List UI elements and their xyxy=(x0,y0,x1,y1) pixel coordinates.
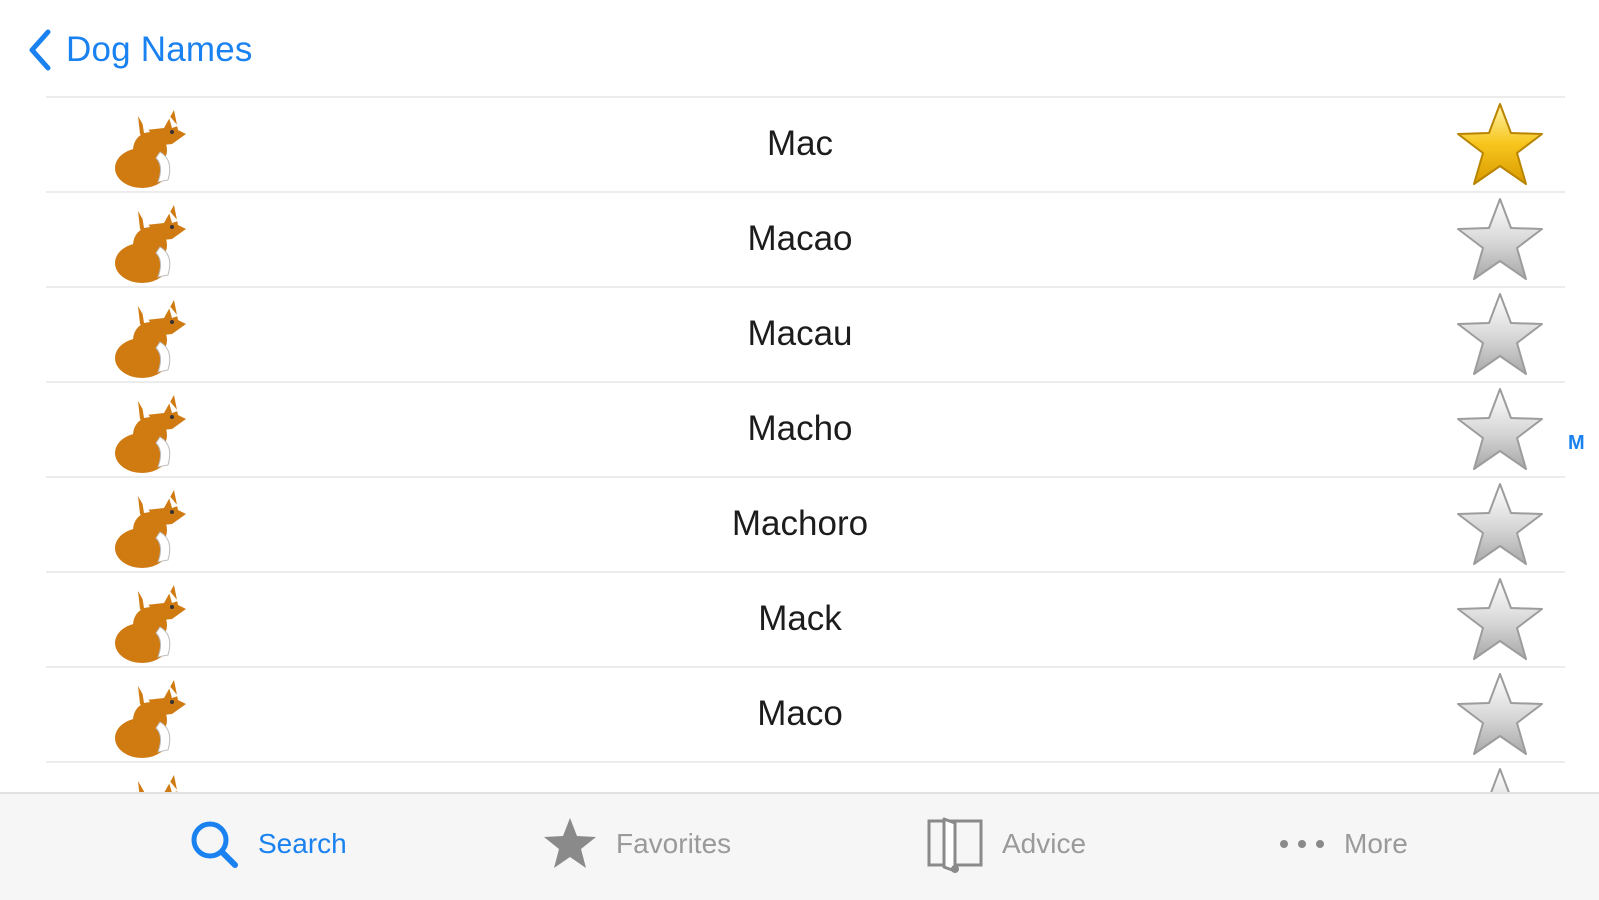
list-item[interactable]: Macao xyxy=(0,191,1599,286)
app-screen: Dog Names Mac Macao Macau Macho Machoro … xyxy=(0,0,1599,900)
dog-icon xyxy=(115,680,186,758)
dog-name: Mac xyxy=(766,124,834,163)
favorite-star-icon[interactable] xyxy=(1452,385,1548,475)
list-item[interactable]: Mac xyxy=(0,96,1599,191)
dog-name: Maco xyxy=(757,694,843,733)
favorite-star-icon[interactable] xyxy=(1452,195,1548,285)
dog-icon xyxy=(115,110,186,188)
favorite-star-icon[interactable] xyxy=(1452,100,1548,190)
back-button[interactable]: Dog Names xyxy=(26,24,253,76)
dog-name: Macho xyxy=(747,409,853,448)
dog-name: Mack xyxy=(758,599,842,638)
search-icon xyxy=(191,821,238,868)
list-item[interactable]: Macau xyxy=(0,286,1599,381)
dog-name xyxy=(400,761,1200,792)
dog-icon xyxy=(115,490,186,568)
tab-search[interactable]: Search xyxy=(188,814,347,874)
tab-bar: Search Favorites Advice More xyxy=(0,792,1599,900)
list-item[interactable]: Maco xyxy=(0,666,1599,761)
star-icon xyxy=(544,818,596,868)
favorite-star-icon[interactable] xyxy=(1452,290,1548,380)
dog-name: Machoro xyxy=(731,504,869,543)
list-item[interactable]: Macho xyxy=(0,381,1599,476)
book-icon xyxy=(927,817,983,873)
list-item[interactable]: Mack xyxy=(0,571,1599,666)
favorite-star-icon[interactable] xyxy=(1452,765,1548,792)
favorite-star-icon[interactable] xyxy=(1452,670,1548,760)
tab-label: More xyxy=(1344,828,1408,859)
back-button-label: Dog Names xyxy=(66,30,253,69)
more-icon xyxy=(1280,840,1324,848)
list-item[interactable]: Machoro xyxy=(0,476,1599,571)
tab-advice[interactable]: Advice xyxy=(926,814,1086,874)
tab-favorites[interactable]: Favorites xyxy=(542,814,731,874)
tab-label: Advice xyxy=(1002,828,1087,859)
dog-icon xyxy=(115,585,186,663)
favorite-star-icon[interactable] xyxy=(1452,575,1548,665)
favorite-star-icon[interactable] xyxy=(1452,480,1548,570)
dog-icon xyxy=(138,775,178,792)
navigation-bar: Dog Names xyxy=(0,0,1599,96)
section-index-letter[interactable]: M xyxy=(1568,432,1585,455)
chevron-left-icon xyxy=(26,26,54,74)
tab-label: Search xyxy=(258,828,347,859)
dog-icon xyxy=(115,300,186,378)
dog-name-list[interactable]: Mac Macao Macau Macho Machoro Mack Maco xyxy=(0,96,1599,792)
tab-more[interactable]: More xyxy=(1278,814,1408,874)
tab-label: Favorites xyxy=(616,828,732,859)
dog-name: Macau xyxy=(747,314,853,353)
dog-name: Macao xyxy=(747,219,853,258)
dog-icon xyxy=(115,395,186,473)
list-item[interactable] xyxy=(0,761,1599,792)
dog-icon xyxy=(115,205,186,283)
